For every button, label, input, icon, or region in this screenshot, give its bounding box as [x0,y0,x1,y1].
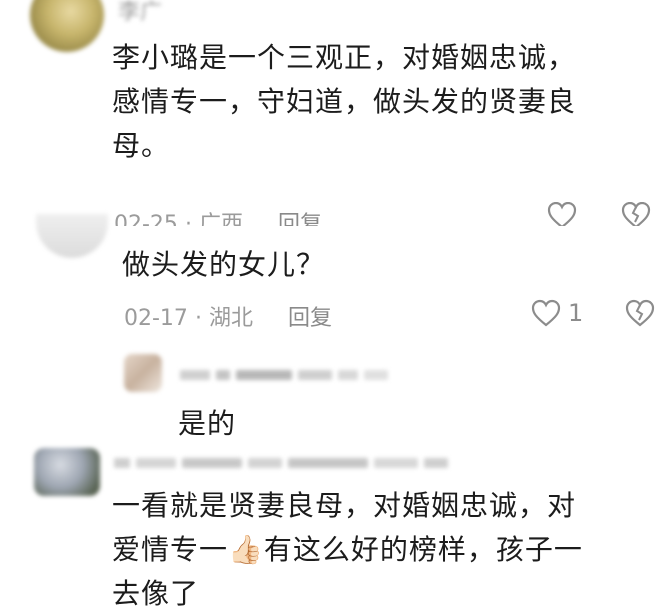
comment-meta: 02-25 · 广西 回复 [114,204,374,226]
comment-text: 是的 [178,407,237,440]
reply-button[interactable]: 回复 [288,306,332,331]
heart-outline-icon [531,299,561,327]
comment-text: 李小璐是一个三观正，对婚姻忠诚， 感情专一，守妇道，做头发的贤妻良 母。 [112,36,576,168]
comment-text: 做头发的女儿？ [122,248,326,281]
comment-location: 湖北 [208,306,253,331]
like-button[interactable] [546,202,582,226]
dislike-button[interactable] [624,298,656,328]
heart-outline-icon [547,202,577,226]
username[interactable]: 李广 [118,0,162,26]
avatar[interactable] [36,214,108,258]
comment-line: 一看就是贤妻良母，对婚姻忠诚，对 [112,489,577,522]
comment-text: 一看就是贤妻良母，对婚姻忠诚，对 爱情专一👍🏻有这么好的榜样，孩子一 去像了 [112,484,652,616]
like-button[interactable]: 1 [530,298,583,328]
comment-meta: 02-17 · 湖北 回复 [124,300,332,332]
avatar[interactable] [34,448,100,496]
reply-button[interactable]: 回复 [278,212,322,226]
avatar[interactable] [124,354,162,392]
dislike-heart-icon [621,202,651,226]
comment-line: 母。 [112,129,171,162]
comment-line: 李小璐是一个三观正，对婚姻忠诚， [112,41,577,74]
dislike-heart-icon [625,299,655,327]
comment-date: 02-25 [114,212,178,226]
comment-line: 感情专一，守妇道，做头发的贤妻良 [112,85,577,118]
username[interactable] [114,458,448,468]
like-count: 1 [568,299,584,327]
comment-line: 爱情专一👍🏻有这么好的榜样，孩子一 [112,533,583,566]
meta-separator: · [184,212,192,226]
comment-line: 去像了 [112,577,200,610]
username[interactable] [180,370,388,380]
dislike-button[interactable] [620,202,656,226]
comment-location: 广西 [198,212,243,226]
avatar[interactable] [30,0,104,52]
thumbs-up-emoji: 👍🏻 [228,533,264,566]
comment-date: 02-17 [124,306,188,331]
meta-separator: · [194,306,202,331]
